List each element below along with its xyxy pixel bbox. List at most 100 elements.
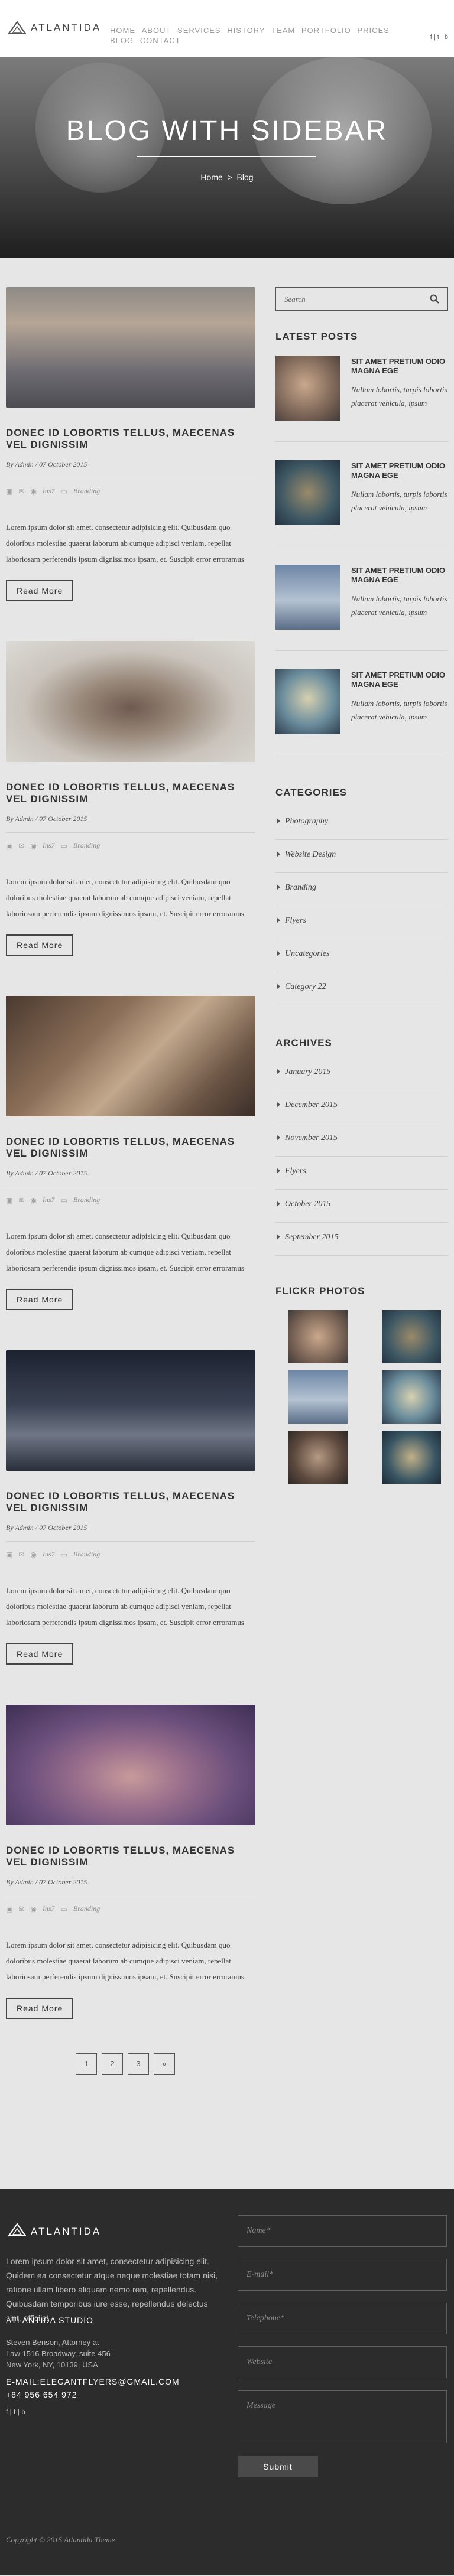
read-more-button[interactable]: Read More: [6, 1998, 74, 2019]
post-tag[interactable]: Branding: [73, 1904, 100, 1913]
category-item[interactable]: Branding: [275, 873, 448, 906]
nav-item-history[interactable]: HISTORY: [227, 26, 265, 35]
post-image[interactable]: [6, 996, 255, 1116]
post-image[interactable]: [6, 1705, 255, 1825]
eye-icon: ◉: [30, 1550, 37, 1559]
post-title[interactable]: DONEC ID LOBORTIS TELLUS, MAECENAS VEL D…: [6, 1490, 255, 1514]
category-item[interactable]: Uncategories: [275, 939, 448, 972]
read-more-button[interactable]: Read More: [6, 934, 74, 956]
category-item[interactable]: Website Design: [275, 840, 448, 873]
category-label[interactable]: Website Design: [285, 850, 336, 859]
category-label[interactable]: Flyers: [285, 916, 306, 926]
latest-post-item[interactable]: SIT AMET PRETIUM ODIO MAGNA EGE Nullam l…: [275, 565, 448, 669]
flickr-photo[interactable]: [382, 1431, 441, 1484]
folder-icon: ▭: [60, 1196, 67, 1204]
page-link[interactable]: 1: [76, 2053, 97, 2075]
divider: [6, 832, 255, 833]
post-stats: ▣ ✉ ◉ Ins7 ▭ Branding: [6, 1196, 255, 1204]
post-image[interactable]: [6, 641, 255, 762]
submit-button[interactable]: Submit: [238, 2456, 318, 2477]
latest-post-item[interactable]: SIT AMET PRETIUM ODIO MAGNA EGE Nullam l…: [275, 356, 448, 460]
nav-item-home[interactable]: HOME: [110, 26, 135, 35]
category-item[interactable]: Category 22: [275, 972, 448, 1005]
page-next-link[interactable]: »: [154, 2053, 175, 2075]
comment-icon: ✉: [18, 1196, 25, 1204]
archive-item[interactable]: November 2015: [275, 1123, 448, 1157]
flickr-photo[interactable]: [288, 1370, 348, 1424]
flickr-photo[interactable]: [288, 1431, 348, 1484]
post-title[interactable]: DONEC ID LOBORTIS TELLUS, MAECENAS VEL D…: [6, 1136, 255, 1160]
breadcrumb-home[interactable]: Home: [200, 172, 222, 182]
name-field[interactable]: Name*: [238, 2215, 447, 2247]
latest-post-thumb[interactable]: [275, 565, 340, 630]
nav-item-team[interactable]: TEAM: [271, 26, 295, 35]
archive-item[interactable]: Flyers: [275, 1157, 448, 1190]
telephone-field[interactable]: Telephone*: [238, 2303, 447, 2334]
page-link[interactable]: 2: [102, 2053, 123, 2075]
website-field[interactable]: Website: [238, 2346, 447, 2378]
archive-label[interactable]: Flyers: [285, 1167, 306, 1176]
latest-post-thumb[interactable]: [275, 669, 340, 734]
field-placeholder: Name*: [247, 2226, 270, 2235]
archive-item[interactable]: December 2015: [275, 1090, 448, 1123]
post-image[interactable]: [6, 1350, 255, 1471]
nav-item-blog[interactable]: BLOG: [110, 36, 134, 45]
post-tag[interactable]: Branding: [73, 1550, 100, 1559]
post-title[interactable]: DONEC ID LOBORTIS TELLUS, MAECENAS VEL D…: [6, 1845, 255, 1868]
post-stats: ▣ ✉ ◉ Ins7 ▭ Branding: [6, 841, 255, 850]
latest-post-item[interactable]: SIT AMET PRETIUM ODIO MAGNA EGE Nullam l…: [275, 669, 448, 774]
post-tag[interactable]: Branding: [73, 1196, 100, 1204]
flickr-photo[interactable]: [288, 1310, 348, 1363]
social-links[interactable]: f | t | b: [430, 34, 448, 41]
latest-post-thumb[interactable]: [275, 356, 340, 421]
post-title[interactable]: DONEC ID LOBORTIS TELLUS, MAECENAS VEL D…: [6, 781, 255, 805]
archive-label[interactable]: January 2015: [285, 1067, 330, 1077]
flickr-photo[interactable]: [382, 1310, 441, 1363]
latest-post-title[interactable]: SIT AMET PRETIUM ODIO MAGNA EGE: [351, 670, 448, 689]
latest-post-thumb[interactable]: [275, 460, 340, 525]
archives-list: January 2015 December 2015 November 2015…: [275, 1057, 448, 1256]
search-icon[interactable]: [430, 294, 439, 307]
hero-banner: BLOG WITH SIDEBAR Home > Blog: [0, 57, 454, 258]
archive-label[interactable]: October 2015: [285, 1200, 330, 1209]
category-label[interactable]: Category 22: [285, 982, 326, 992]
nav-item-contact[interactable]: CONTACT: [140, 36, 181, 45]
latest-post-title[interactable]: SIT AMET PRETIUM ODIO MAGNA EGE: [351, 461, 448, 480]
latest-post-item[interactable]: SIT AMET PRETIUM ODIO MAGNA EGE Nullam l…: [275, 460, 448, 565]
category-label[interactable]: Branding: [285, 883, 316, 893]
archive-item[interactable]: September 2015: [275, 1223, 448, 1256]
archive-label[interactable]: September 2015: [285, 1233, 339, 1242]
post-tag[interactable]: Branding: [73, 487, 100, 496]
nav-item-prices[interactable]: PRICES: [357, 26, 389, 35]
footer-logo[interactable]: ATLANTIDA: [8, 2223, 101, 2239]
category-item[interactable]: Flyers: [275, 906, 448, 939]
message-field[interactable]: Message: [238, 2390, 447, 2443]
archive-label[interactable]: December 2015: [285, 1100, 338, 1110]
read-more-button[interactable]: Read More: [6, 580, 74, 601]
comment-icon: ✉: [18, 1550, 25, 1559]
nav-item-portfolio[interactable]: PORTFOLIO: [301, 26, 351, 35]
footer-email[interactable]: E-MAIL:ELEGANTFLYERS@GMAIL.COM: [6, 2377, 180, 2386]
archive-item[interactable]: October 2015: [275, 1190, 448, 1223]
post-image[interactable]: [6, 287, 255, 408]
blog-post: DONEC ID LOBORTIS TELLUS, MAECENAS VEL D…: [6, 287, 255, 641]
archive-label[interactable]: November 2015: [285, 1134, 338, 1143]
category-item[interactable]: Photography: [275, 807, 448, 840]
nav-item-about[interactable]: ABOUT: [142, 26, 171, 35]
footer-social-links[interactable]: f | t | b: [6, 2408, 25, 2416]
email-field[interactable]: E-mail*: [238, 2259, 447, 2291]
post-title[interactable]: DONEC ID LOBORTIS TELLUS, MAECENAS VEL D…: [6, 427, 255, 451]
read-more-button[interactable]: Read More: [6, 1643, 74, 1665]
page-link[interactable]: 3: [128, 2053, 149, 2075]
latest-post-title[interactable]: SIT AMET PRETIUM ODIO MAGNA EGE: [351, 357, 448, 376]
read-more-button[interactable]: Read More: [6, 1289, 74, 1310]
category-label[interactable]: Photography: [285, 817, 328, 826]
nav-item-services[interactable]: SERVICES: [177, 26, 221, 35]
archive-item[interactable]: January 2015: [275, 1057, 448, 1090]
latest-post-title[interactable]: SIT AMET PRETIUM ODIO MAGNA EGE: [351, 566, 448, 585]
brand-logo[interactable]: ATLANTIDA: [8, 21, 101, 34]
search-input[interactable]: Search: [275, 287, 448, 311]
category-label[interactable]: Uncategories: [285, 949, 329, 959]
flickr-photo[interactable]: [382, 1370, 441, 1424]
post-tag[interactable]: Branding: [73, 841, 100, 850]
